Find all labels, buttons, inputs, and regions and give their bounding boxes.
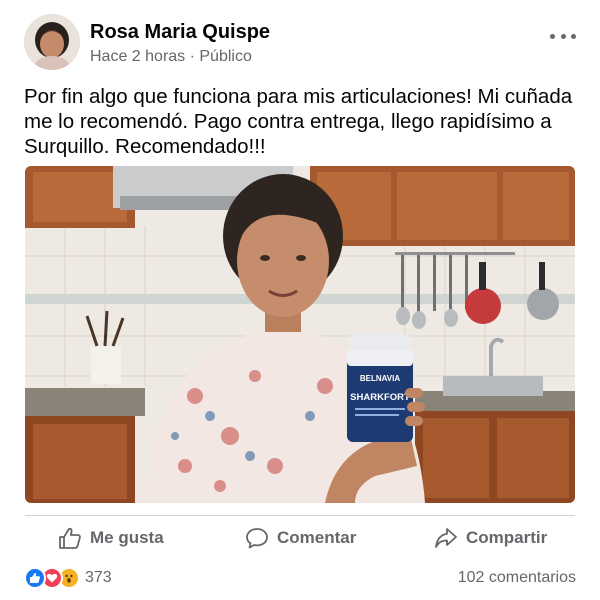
author-avatar[interactable] [24,14,80,70]
like-label: Me gusta [90,528,164,547]
comments-count[interactable]: 102 comentarios [458,569,576,587]
like-reaction-icon [24,567,46,589]
kitchen-photo-illustration: BELNAVIA SHARKFORT [25,166,575,503]
dot [550,33,555,39]
reaction-count: 373 [85,569,112,586]
post-photo[interactable]: BELNAVIA SHARKFORT [25,166,575,503]
dot [571,33,576,39]
share-label: Compartir [466,528,548,547]
post-meta: Hace 2 horas · Público [90,48,252,65]
comment-button[interactable]: Comentar [245,518,356,558]
thumbs-up-icon [59,527,81,549]
share-icon [435,528,457,548]
post-actions: Me gusta Comentar Compartir [25,518,575,560]
reactions-summary[interactable]: 373 [24,566,112,590]
divider [25,515,575,516]
avatar-image [24,14,80,70]
post-footer: 373 102 comentarios [24,566,576,590]
author-name[interactable]: Rosa Maria Quispe [90,21,270,44]
like-button[interactable]: Me gusta [58,518,164,558]
share-button[interactable]: Compartir [434,518,547,558]
bottle-product-text: SHARKFORT [350,392,410,403]
comment-label: Comentar [277,528,357,547]
more-options-icon[interactable] [550,26,576,46]
dot [560,33,566,39]
bottle-brand-text: BELNAVIA [360,374,401,383]
post-text: Por fin algo que funciona para mis artic… [24,85,573,158]
post-header: Rosa Maria Quispe Hace 2 horas · Público [24,14,576,72]
comment-icon [246,528,268,549]
